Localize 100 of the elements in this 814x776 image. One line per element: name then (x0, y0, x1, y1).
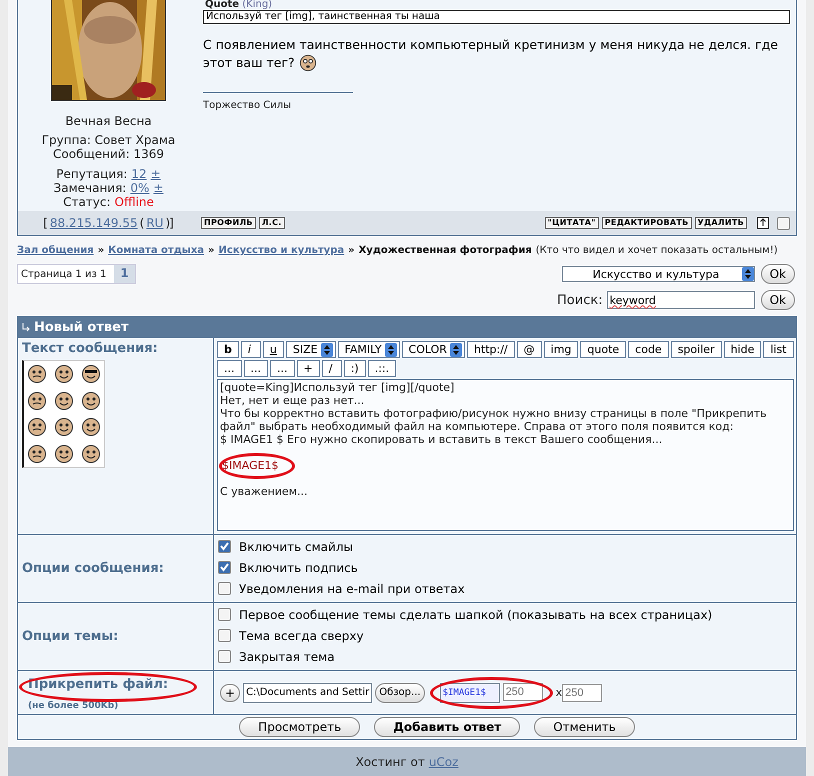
breadcrumb-link[interactable]: Комната отдыха (108, 245, 204, 256)
quote-text: Используй тег [img], таинственная ты наша (203, 10, 790, 24)
smiley-icon[interactable] (54, 444, 74, 464)
checkbox[interactable] (218, 650, 231, 663)
signature-text: Торжество Силы (203, 100, 292, 111)
field-label: Прикрепить файл: (28, 677, 168, 692)
reputation-vote-link[interactable]: ± (150, 167, 161, 181)
checkbox[interactable] (218, 608, 231, 621)
profile-button[interactable]: Л.С. (258, 217, 285, 229)
forum-select[interactable]: Искусство и культура (562, 266, 755, 282)
breadcrumb-link[interactable]: Искусство и культура (218, 245, 344, 256)
message-text: Нет, нет и еще раз нет... (220, 394, 364, 407)
option-label: Включить подпись (239, 560, 358, 574)
hosting-text: Хостинг от (356, 754, 425, 768)
option-label: Закрытая тема (239, 650, 335, 664)
ok-button[interactable]: Ok (760, 264, 795, 284)
format-button[interactable]: ... (217, 360, 242, 377)
smiley-icon[interactable] (27, 444, 48, 464)
profile-button[interactable]: ПРОФИЛЬ (201, 217, 256, 229)
format-button[interactable]: @ (516, 341, 542, 358)
warnings-vote-link[interactable]: ± (153, 181, 164, 195)
smiley-icon[interactable] (80, 364, 101, 384)
message-text: [quote=King]Используй тег [img][/quote] (220, 381, 454, 394)
panel-title: Новый ответ (34, 320, 128, 335)
form-button[interactable]: Добавить ответ (374, 717, 520, 737)
reputation-link[interactable]: 12 (131, 167, 147, 181)
format-select[interactable]: SIZE (286, 341, 336, 358)
format-button[interactable]: + (296, 360, 320, 377)
format-button[interactable]: spoiler (670, 341, 722, 358)
ip-link[interactable]: 88.215.149.55 (50, 216, 138, 230)
format-button[interactable]: ... (270, 360, 294, 377)
format-button[interactable]: .::. (368, 360, 396, 377)
bracket-text: ( (140, 216, 144, 230)
browse-button[interactable]: Обзор... (375, 682, 425, 702)
checkbox[interactable] (218, 540, 231, 553)
post-action-button[interactable]: УДАЛИТЬ (694, 217, 747, 229)
checkbox[interactable] (218, 582, 231, 595)
checkbox[interactable] (218, 629, 231, 642)
ip-link[interactable]: RU (146, 216, 164, 230)
form-button[interactable]: Просмотреть (239, 717, 360, 737)
post-message: С появлением таинственности компьютерный кретинизм у меня никуда не делся. где (203, 36, 778, 54)
warnings-link[interactable]: 0% (130, 181, 150, 195)
spinner-icon (320, 342, 333, 356)
height-field[interactable]: 250 (562, 684, 602, 702)
format-button[interactable]: i (240, 341, 261, 358)
field-label: Текст сообщения: (22, 341, 159, 356)
format-button[interactable]: quote (580, 341, 626, 358)
file-field[interactable]: C:\Documents and Settir (243, 682, 372, 702)
format-button[interactable]: img (544, 341, 578, 358)
spinner-icon (384, 342, 397, 356)
format-button[interactable]: code (628, 341, 669, 358)
size-note: (не более 500Kb) (28, 701, 118, 711)
format-button[interactable]: http:// (466, 341, 515, 358)
search-label: Поиск: (557, 292, 603, 308)
author-group: Группа: Совет Храма (42, 133, 176, 147)
forum-description: (Кто что видел и хочет показать остальным!) (536, 245, 778, 256)
code-field[interactable]: $IMAGE1$ (440, 682, 500, 702)
option-label: Первое сообщение темы сделать шапкой (показывать на всех страницах) (239, 608, 712, 622)
width-field[interactable]: 250 (502, 682, 543, 700)
add-file-button[interactable]: + (220, 684, 240, 702)
post-count: Сообщений: 1369 (53, 147, 164, 161)
smiley-icon[interactable] (27, 364, 48, 384)
message-textarea[interactable] (217, 379, 794, 531)
smiley-icon[interactable] (27, 390, 48, 411)
message-text: $ IMAGE1 $ Его нужно скопировать и вставить в текст Вашего сообщения... (220, 433, 662, 446)
format-button[interactable]: ... (244, 360, 268, 377)
up-arrow-icon[interactable] (757, 217, 769, 229)
smiley-icon[interactable] (54, 417, 74, 438)
bracket-text: [ (43, 216, 48, 230)
checkbox[interactable] (218, 561, 231, 574)
spinner-icon (450, 342, 462, 356)
smiley-icon[interactable] (80, 390, 101, 411)
format-select[interactable]: FAMILY (338, 341, 400, 358)
smiley-icon[interactable] (27, 417, 48, 438)
format-button[interactable]: / (322, 360, 342, 377)
breadcrumb-link[interactable]: Зал общения (17, 245, 94, 256)
post-action-button[interactable]: "ЦИТАТА" (544, 217, 599, 229)
breadcrumb-separator: » (348, 245, 355, 256)
format-select[interactable]: COLOR (402, 341, 465, 358)
smiley-icon[interactable] (54, 364, 74, 384)
format-button[interactable]: list (763, 341, 794, 358)
option-label: Уведомления на e-mail при ответах (239, 582, 465, 596)
checkbox[interactable] (777, 216, 790, 230)
message-text: С уважением... (220, 485, 308, 498)
message-text: Что бы корректно вставить фотографию/рисунок нужно внизу страницы в поле "Прикрепить файл" выбрать необходимый файл на компьютере. Справа от этого поля появится код: (220, 407, 767, 433)
form-button[interactable]: Отменить (534, 717, 635, 737)
bracket-text: ] (169, 216, 174, 230)
smiley-icon[interactable] (80, 444, 101, 464)
format-button[interactable]: u (262, 341, 284, 358)
search-button[interactable]: Ok (760, 290, 795, 310)
format-button[interactable]: hide (724, 341, 762, 358)
smiley-icon[interactable] (80, 417, 101, 438)
search-field[interactable]: keyword (606, 291, 755, 309)
reputation-label: Репутация: (56, 167, 128, 181)
format-button[interactable]: b (217, 341, 239, 358)
smiley-icon[interactable] (54, 390, 74, 411)
page-link[interactable]: 1 (114, 265, 135, 283)
reply-arrow-icon (22, 323, 30, 332)
post-action-button[interactable]: РЕДАКТИРОВАТЬ (602, 217, 692, 229)
format-button[interactable]: :) (344, 360, 366, 377)
